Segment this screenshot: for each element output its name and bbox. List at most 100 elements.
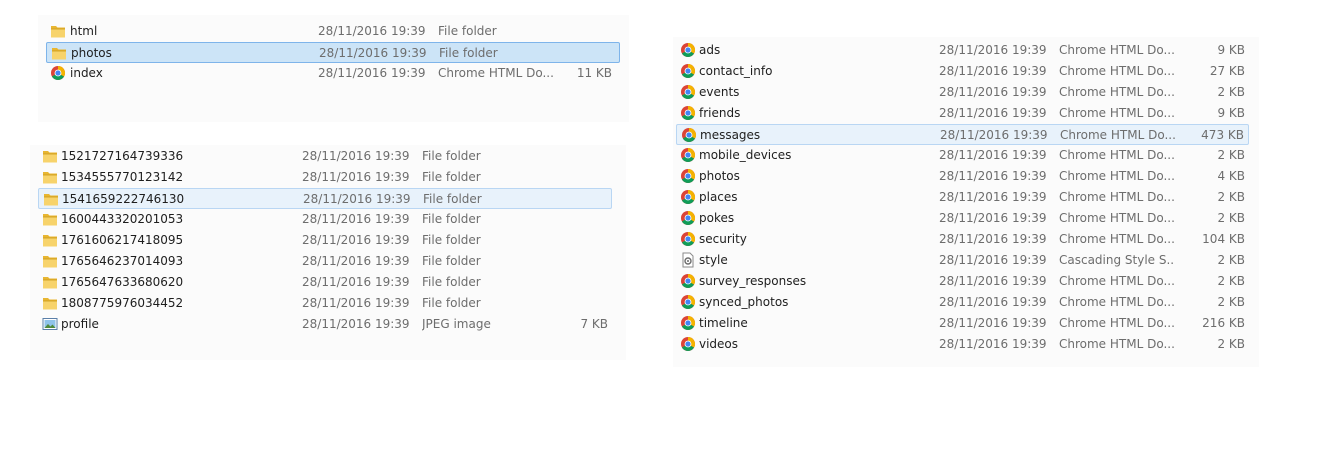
file-type: Chrome HTML Do... [1059, 316, 1174, 330]
file-date: 28/11/2016 19:39 [302, 275, 410, 289]
file-name: events [699, 85, 740, 99]
css-file-icon [680, 252, 696, 268]
file-row[interactable]: 1521727164739336 28/11/2016 19:39 File fol… [38, 146, 612, 167]
file-row[interactable]: messages 28/11/2016 19:39 Chrome HTML Do..… [676, 124, 1249, 145]
file-type: Chrome HTML Do... [1059, 169, 1174, 183]
file-date: 28/11/2016 19:39 [939, 190, 1047, 204]
file-size: 2 KB [1217, 253, 1245, 267]
file-row[interactable]: photos 28/11/2016 19:39 Chrome HTML Do... 4… [676, 166, 1249, 187]
file-date: 28/11/2016 19:39 [939, 253, 1047, 267]
file-type: File folder [423, 192, 482, 206]
file-name: contact_info [699, 64, 773, 78]
file-type: Chrome HTML Do... [1060, 128, 1175, 142]
file-size: 2 KB [1217, 190, 1245, 204]
file-name: mobile_devices [699, 148, 792, 162]
folder-icon [43, 191, 59, 207]
file-row[interactable]: 1761606217418095 28/11/2016 19:39 File fol… [38, 230, 612, 251]
file-date: 28/11/2016 19:39 [318, 24, 426, 38]
file-row[interactable]: 1765646237014093 28/11/2016 19:39 File fol… [38, 251, 612, 272]
file-type: Chrome HTML Do... [1059, 106, 1174, 120]
file-date: 28/11/2016 19:39 [939, 64, 1047, 78]
file-type: Chrome HTML Do... [1059, 274, 1174, 288]
file-row[interactable]: pokes 28/11/2016 19:39 Chrome HTML Do... 2 … [676, 208, 1249, 229]
folder-icon [42, 274, 58, 290]
file-size [537, 189, 607, 210]
file-size [538, 293, 608, 314]
file-name: html [70, 24, 98, 38]
file-row[interactable]: friends 28/11/2016 19:39 Chrome HTML Do...… [676, 103, 1249, 124]
file-row[interactable]: places 28/11/2016 19:39 Chrome HTML Do... 2… [676, 187, 1249, 208]
file-name: profile [61, 317, 99, 331]
chrome-icon [680, 105, 696, 121]
file-row[interactable]: timeline 28/11/2016 19:39 Chrome HTML Do..… [676, 313, 1249, 334]
chrome-icon [680, 84, 696, 100]
file-name: photos [71, 46, 112, 60]
file-size: 9 KB [1217, 106, 1245, 120]
file-row[interactable]: events 28/11/2016 19:39 Chrome HTML Do... 2… [676, 82, 1249, 103]
file-size: 4 KB [1217, 169, 1245, 183]
file-date: 28/11/2016 19:39 [939, 337, 1047, 351]
file-name: timeline [699, 316, 748, 330]
file-date: 28/11/2016 19:39 [302, 212, 410, 226]
folder-icon [42, 295, 58, 311]
file-size: 2 KB [1217, 148, 1245, 162]
file-row[interactable]: 1600443320201053 28/11/2016 19:39 File fol… [38, 209, 612, 230]
file-name: videos [699, 337, 739, 351]
file-row[interactable]: 1808775976034452 28/11/2016 19:39 File fol… [38, 293, 612, 314]
chrome-icon [680, 315, 696, 331]
file-date: 28/11/2016 19:39 [939, 106, 1047, 120]
file-name: 1761606217418095 [61, 233, 184, 247]
folder-icon [42, 148, 58, 164]
file-row[interactable]: photos 28/11/2016 19:39 File folder [46, 42, 620, 63]
chrome-icon [680, 63, 696, 79]
folder-icon [42, 253, 58, 269]
chrome-icon [680, 168, 696, 184]
file-type: Chrome HTML Do... [438, 66, 553, 80]
file-date: 28/11/2016 19:39 [302, 296, 410, 310]
chrome-icon [680, 231, 696, 247]
file-size [538, 272, 608, 293]
file-row[interactable]: html 28/11/2016 19:39 File folder [46, 21, 620, 42]
file-row[interactable]: index 28/11/2016 19:39 Chrome HTML Do... 11… [46, 63, 620, 84]
file-name: survey_responses [699, 274, 807, 288]
file-name: 1600443320201053 [61, 212, 184, 226]
file-type: File folder [422, 212, 481, 226]
file-size [538, 230, 608, 251]
file-row[interactable]: style 28/11/2016 19:39 Cascading Style S..… [676, 250, 1249, 271]
file-size: 216 KB [1202, 316, 1245, 330]
file-size: 11 KB [576, 66, 612, 80]
file-row[interactable]: security 28/11/2016 19:39 Chrome HTML Do..… [676, 229, 1249, 250]
file-date: 28/11/2016 19:39 [302, 233, 410, 247]
file-type: File folder [439, 46, 498, 60]
file-row[interactable]: mobile_devices 28/11/2016 19:39 Chrome HTM… [676, 145, 1249, 166]
file-name: 1534555770123142 [61, 170, 184, 184]
file-type: Chrome HTML Do... [1059, 337, 1174, 351]
file-row[interactable]: profile 28/11/2016 19:39 JPEG image 7 KB [38, 314, 612, 335]
file-name: security [699, 232, 747, 246]
file-row[interactable]: ads 28/11/2016 19:39 Chrome HTML Do... 9 KB [676, 40, 1249, 61]
folder-icon [51, 45, 67, 61]
file-row[interactable]: 1541659222746130 28/11/2016 19:39 File fol… [38, 188, 612, 209]
file-list-right: ads 28/11/2016 19:39 Chrome HTML Do... 9 KB… [673, 37, 1259, 367]
file-type: Chrome HTML Do... [1059, 64, 1174, 78]
file-row[interactable]: 1765647633680620 28/11/2016 19:39 File fol… [38, 272, 612, 293]
file-size: 104 KB [1202, 232, 1245, 246]
file-type: Chrome HTML Do... [1059, 211, 1174, 225]
file-date: 28/11/2016 19:39 [319, 46, 427, 60]
folder-icon [42, 232, 58, 248]
file-row[interactable]: synced_photos 28/11/2016 19:39 Chrome HTML… [676, 292, 1249, 313]
file-row[interactable]: videos 28/11/2016 19:39 Chrome HTML Do... 2… [676, 334, 1249, 355]
file-name: synced_photos [699, 295, 789, 309]
file-size: 2 KB [1217, 85, 1245, 99]
file-name: 1541659222746130 [62, 192, 185, 206]
file-size [538, 167, 608, 188]
file-row[interactable]: survey_responses 28/11/2016 19:39 Chrome H… [676, 271, 1249, 292]
file-date: 28/11/2016 19:39 [939, 274, 1047, 288]
file-name: 1765646237014093 [61, 254, 184, 268]
file-size: 2 KB [1217, 211, 1245, 225]
file-type: File folder [422, 170, 481, 184]
file-row[interactable]: 1534555770123142 28/11/2016 19:39 File fol… [38, 167, 612, 188]
chrome-icon [50, 65, 66, 81]
file-size: 27 KB [1209, 64, 1245, 78]
file-row[interactable]: contact_info 28/11/2016 19:39 Chrome HTML … [676, 61, 1249, 82]
